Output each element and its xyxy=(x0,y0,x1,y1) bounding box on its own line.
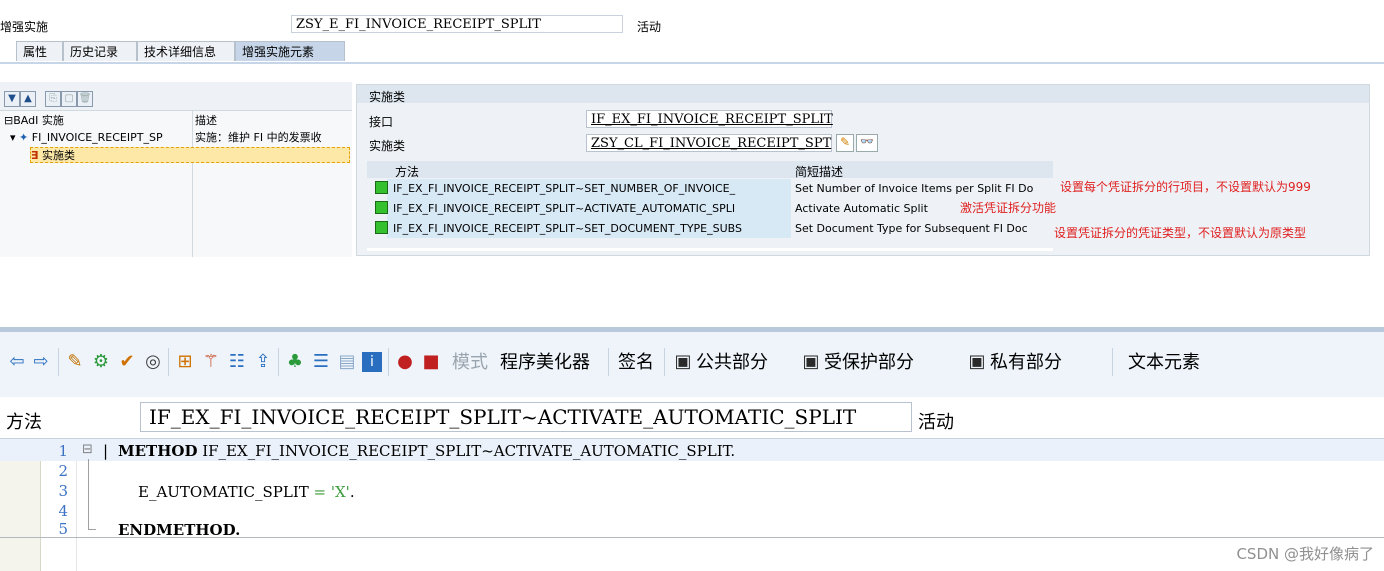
breakpoint-icon[interactable]: ● xyxy=(394,351,416,373)
code-line-5: ENDMETHOD. xyxy=(118,521,241,539)
annotation-note: 激活凭证拆分功能 xyxy=(960,201,1057,215)
stop-icon[interactable]: ■ xyxy=(420,351,442,373)
badi-icon: ✦ xyxy=(19,131,29,144)
tab-enh-elements[interactable]: 增强实施元素 xyxy=(235,41,345,61)
tree-node-badi[interactable]: ▾ ✦ FI_INVOICE_RECEIPT_SP xyxy=(10,130,163,146)
class-icon: ∃ xyxy=(31,149,39,162)
display-object-list-icon[interactable]: ☷ xyxy=(226,351,248,373)
new-icon[interactable]: ▢ xyxy=(61,90,78,107)
tab-history[interactable]: 历史记录 xyxy=(63,41,137,61)
expand-all-icon[interactable]: ▼ xyxy=(4,90,20,107)
method-field[interactable]: IF_EX_FI_INVOICE_RECEIPT_SPLIT~ACTIVATE_… xyxy=(140,402,912,432)
text-elements-button[interactable]: 文本元素 xyxy=(1128,352,1200,374)
magic-wand-icon[interactable]: ⚚ xyxy=(200,351,222,373)
display-change-icon[interactable]: ✎ xyxy=(64,351,86,373)
annotation-note: 设置凭证拆分的凭证类型，不设置默认为原类型 xyxy=(1054,226,1307,240)
tab-strip: 属性 历史记录 技术详细信息 增强实施元素 xyxy=(0,38,1384,64)
edit-pencil-icon[interactable]: ✎ xyxy=(836,134,854,152)
tree-toolbar: ▼ ▲ ⎘ ▢ 🗑 xyxy=(4,86,94,107)
annotation-note: 设置每个凭证拆分的行项目，不设置默认为999 xyxy=(1060,180,1311,194)
code-line-3: E_AUTOMATIC_SPLIT = 'X'. xyxy=(138,483,355,501)
private-section-button[interactable]: 私有部分 xyxy=(990,352,1062,374)
line-number: 5 xyxy=(58,520,68,538)
protected-section-button[interactable]: 受保护部分 xyxy=(824,352,914,374)
delete-icon[interactable]: 🗑 xyxy=(77,90,94,107)
code-editor[interactable]: 1 2 3 4 5 ⊟ | METHOD IF_EX_FI_INVOICE_RE… xyxy=(0,438,1384,571)
active-status-icon xyxy=(375,181,388,194)
method-label: 方法 xyxy=(6,412,42,433)
class-field[interactable]: ZSY_CL_FI_INVOICE_RECEIPT_SPT xyxy=(586,134,832,152)
tree-col-impl: ⊟BAdI 实施 xyxy=(4,114,64,127)
tree-panel: ▼ ▲ ⎘ ▢ 🗑 ⊟BAdI 实施 描述 ▾ ✦ FI_INVOICE_RECEIP… xyxy=(0,82,352,257)
table-icon[interactable]: ▤ xyxy=(336,351,358,373)
pretty-printer-button[interactable]: 程序美化器 xyxy=(500,352,590,374)
section-icon: ▣ xyxy=(674,351,692,372)
interface-label: 接口 xyxy=(369,115,394,129)
line-number: 1 xyxy=(58,442,68,460)
hierarchy-icon[interactable]: ⊞ xyxy=(174,351,196,373)
check-icon[interactable]: ✔ xyxy=(116,351,138,373)
line-number: 2 xyxy=(58,462,68,480)
line-number: 4 xyxy=(58,502,68,520)
info-icon[interactable]: i xyxy=(362,352,382,372)
enhancement-panel: 增强实施 ZSY_E_FI_INVOICE_RECEIPT_SPLIT 活动 属… xyxy=(0,0,1384,257)
expand-arrow-icon[interactable]: ▾ xyxy=(10,131,16,144)
section-icon: ▣ xyxy=(802,351,820,372)
list-icon[interactable]: ☰ xyxy=(310,351,332,373)
watermark: CSDN @我好像病了 xyxy=(1236,545,1374,563)
public-section-button[interactable]: 公共部分 xyxy=(696,352,768,374)
method-row[interactable]: IF_EX_FI_INVOICE_RECEIPT_SPLIT~SET_NUMBE… xyxy=(373,180,735,198)
forward-arrow-icon[interactable]: ⇨ xyxy=(30,351,52,373)
section-title: 实施类 xyxy=(369,90,406,104)
collapse-all-icon[interactable]: ▲ xyxy=(20,90,36,107)
where-used-icon[interactable]: ◎ xyxy=(142,351,164,373)
tab-tech-details[interactable]: 技术详细信息 xyxy=(137,41,235,61)
editor-toolbar: ⇦ ⇨ ✎ ⚙ ✔ ◎ ⊞ ⚚ ☷ ⇪ ♣ ☰ ▤ i ● ■ 模式 程序美化器… xyxy=(0,327,1384,397)
signature-button[interactable]: 签名 xyxy=(618,352,654,374)
section-icon: ▣ xyxy=(968,351,986,372)
enh-impl-label: 增强实施 xyxy=(0,20,49,34)
collapse-block-icon[interactable]: ⊟ xyxy=(82,442,93,457)
tree-col-desc: 描述 xyxy=(195,114,217,127)
method-status: 活动 xyxy=(918,412,954,433)
activate-icon[interactable]: ⚙ xyxy=(90,351,112,373)
line-number: 3 xyxy=(58,482,68,500)
tree-node-impl-class[interactable]: ∃ 实施类 xyxy=(30,147,350,163)
class-label: 实施类 xyxy=(369,139,406,153)
method-desc: Set Number of Invoice Items per Split FI… xyxy=(795,182,1034,195)
back-arrow-icon[interactable]: ⇦ xyxy=(6,351,28,373)
copy-icon[interactable]: ⎘ xyxy=(45,90,62,107)
method-row[interactable]: IF_EX_FI_INVOICE_RECEIPT_SPLIT~SET_DOCUM… xyxy=(373,220,742,238)
navigation-icon[interactable]: ⇪ xyxy=(252,351,274,373)
structure-icon[interactable]: ♣ xyxy=(284,351,306,373)
tree-node-desc: 实施：维护 FI 中的发票收 xyxy=(195,131,322,144)
methods-table: 方法 简短描述 IF_EX_FI_INVOICE_RECEIPT_SPLIT~S… xyxy=(367,161,1053,251)
glasses-display-icon[interactable]: 👓 xyxy=(856,134,878,152)
code-line-1: METHOD IF_EX_FI_INVOICE_RECEIPT_SPLIT~AC… xyxy=(118,442,736,460)
method-row[interactable]: IF_EX_FI_INVOICE_RECEIPT_SPLIT~ACTIVATE_… xyxy=(373,200,735,218)
active-status-icon xyxy=(375,201,388,214)
mode-button[interactable]: 模式 xyxy=(452,352,488,374)
tab-attributes[interactable]: 属性 xyxy=(16,41,63,61)
status-label: 活动 xyxy=(637,20,662,34)
active-status-icon xyxy=(375,221,388,234)
enh-impl-field[interactable]: ZSY_E_FI_INVOICE_RECEIPT_SPLIT xyxy=(291,15,623,33)
interface-field[interactable]: IF_EX_FI_INVOICE_RECEIPT_SPLIT xyxy=(586,110,833,128)
method-desc: Set Document Type for Subsequent FI Doc xyxy=(795,222,1028,235)
method-desc: Activate Automatic Split xyxy=(795,202,928,215)
